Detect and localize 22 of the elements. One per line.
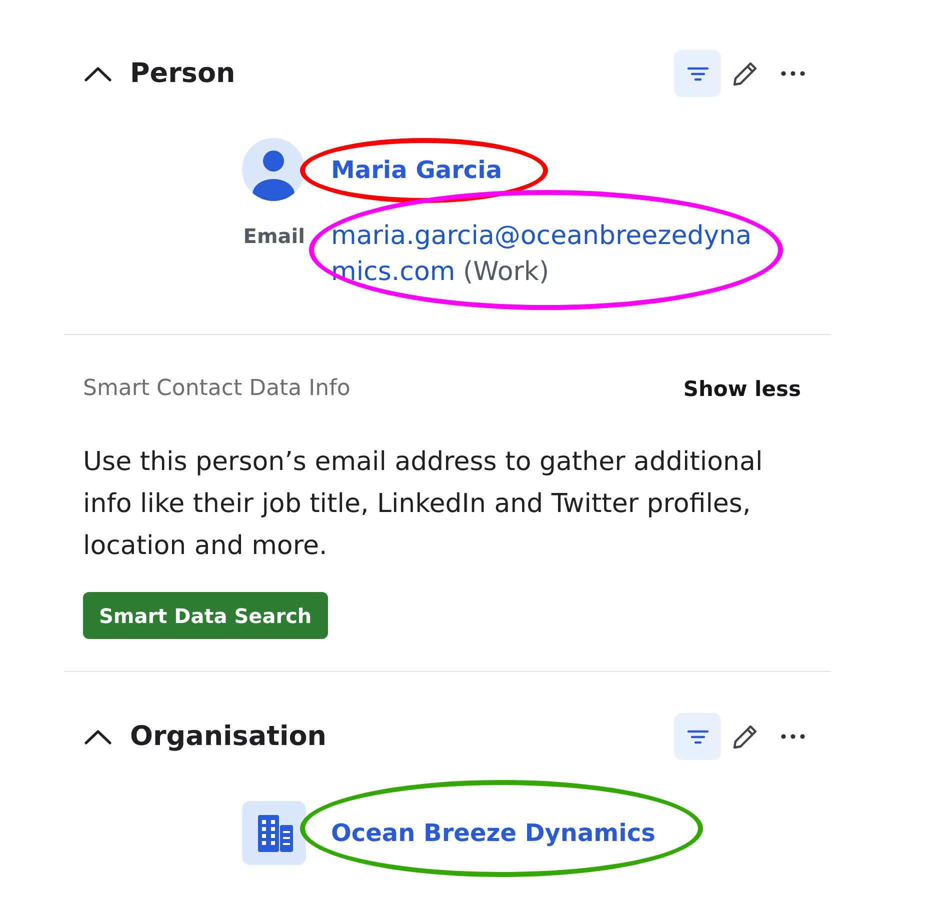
building-icon bbox=[242, 801, 306, 865]
pencil-icon bbox=[732, 724, 758, 750]
smart-info-title: Smart Contact Data Info bbox=[83, 376, 350, 402]
section-title: Person bbox=[130, 56, 236, 90]
contact-name-link[interactable]: Maria Garcia bbox=[331, 156, 502, 184]
chevron-icon[interactable] bbox=[84, 728, 112, 744]
chevron-icon[interactable] bbox=[84, 66, 112, 82]
more-icon bbox=[781, 734, 805, 739]
section-title: Organisation bbox=[130, 720, 327, 754]
more-icon bbox=[781, 71, 805, 76]
show-less-button[interactable]: Show less bbox=[683, 376, 801, 402]
filter-icon bbox=[686, 66, 708, 80]
filter-icon bbox=[686, 730, 708, 744]
smart-data-search-button[interactable]: Smart Data Search bbox=[83, 592, 328, 639]
email-value[interactable]: maria.garcia@oceanbreezedynamics.com (Work) bbox=[331, 218, 766, 290]
filter-button[interactable] bbox=[674, 50, 721, 97]
pencil-icon bbox=[732, 60, 758, 86]
avatar-icon bbox=[242, 138, 305, 201]
filter-button[interactable] bbox=[674, 713, 721, 760]
smart-info-description: Use this person’s email address to gather additional info like their job title, LinkedIn and Twitter profiles, location and more. bbox=[83, 446, 764, 563]
field-label: Email bbox=[243, 223, 305, 250]
organisation-name-link[interactable]: Ocean Breeze Dynamics bbox=[331, 819, 656, 847]
